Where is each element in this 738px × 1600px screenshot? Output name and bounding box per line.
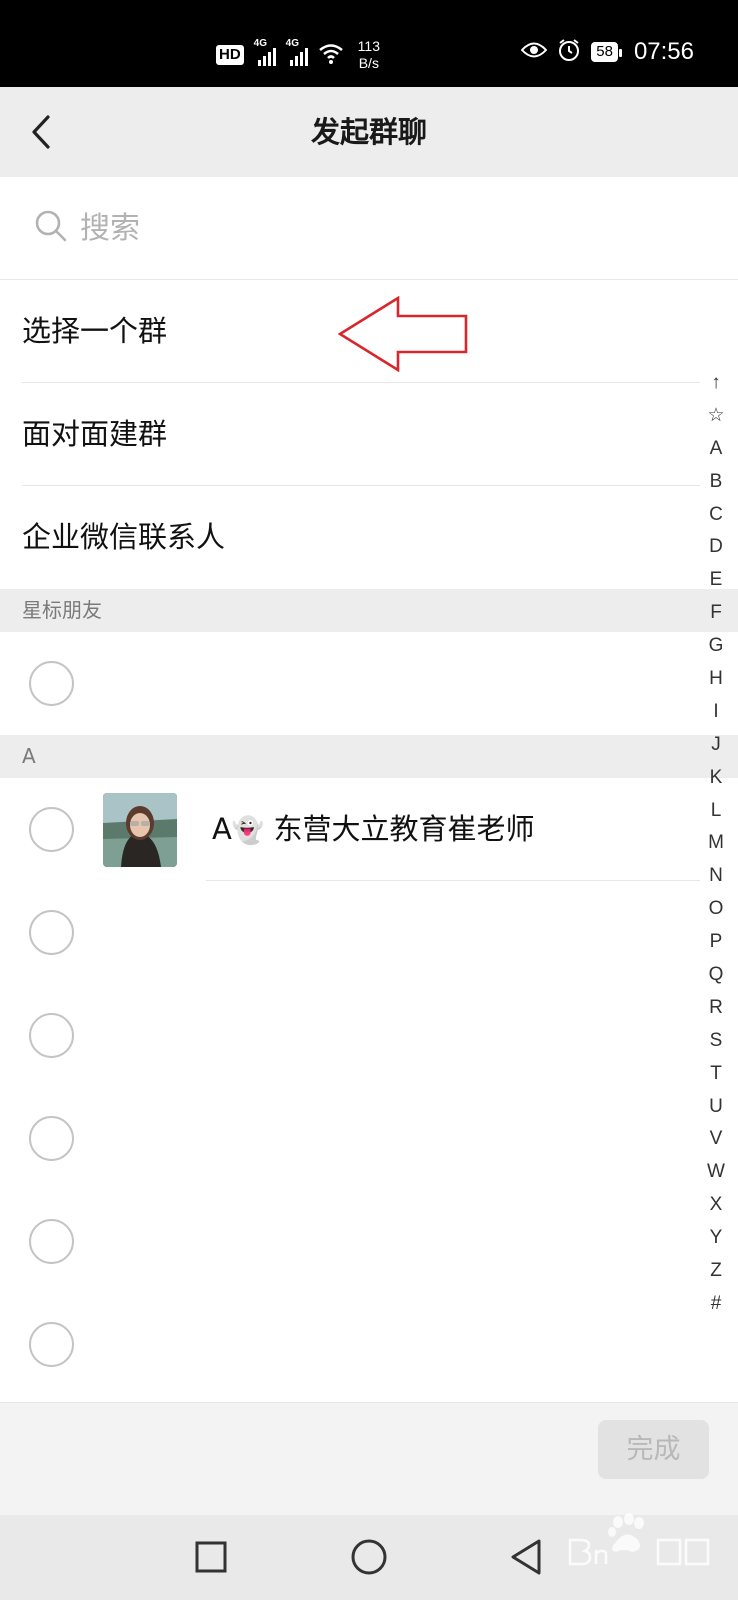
alarm-icon — [557, 38, 581, 66]
eye-icon — [520, 41, 548, 63]
contact-row[interactable] — [0, 881, 700, 984]
alphabet-index-item[interactable]: P — [700, 926, 732, 959]
contact-row-starred[interactable] — [0, 632, 700, 735]
section-header-a: A — [0, 735, 738, 778]
select-checkbox[interactable] — [29, 1219, 74, 1264]
section-label-a: A — [22, 744, 36, 768]
speed-value: 113 — [357, 38, 380, 54]
select-checkbox[interactable] — [29, 1322, 74, 1367]
alphabet-index-item[interactable]: H — [700, 663, 732, 696]
search-input[interactable] — [80, 203, 680, 253]
menu-work-contacts-label: 企业微信联系人 — [22, 520, 226, 554]
menu-work-contacts[interactable]: 企业微信联系人 — [0, 486, 700, 589]
speed-unit: B/s — [358, 55, 379, 71]
alphabet-index-item[interactable]: L — [700, 795, 732, 828]
alphabet-index-item[interactable]: F — [700, 597, 732, 630]
alphabet-index-item[interactable]: X — [700, 1189, 732, 1222]
recents-button[interactable] — [191, 1537, 231, 1577]
contact-row[interactable] — [0, 1190, 700, 1293]
alphabet-index-item[interactable]: ↑ — [700, 367, 732, 400]
alphabet-index-item[interactable]: Y — [700, 1222, 732, 1255]
alphabet-index-item[interactable]: B — [700, 466, 732, 499]
alphabet-index-item[interactable]: W — [700, 1156, 732, 1189]
alphabet-index-item[interactable]: A — [700, 433, 732, 466]
contact-name-initial: A — [212, 812, 232, 846]
network-type-1: 4G — [253, 38, 268, 49]
alphabet-index-item[interactable]: # — [700, 1288, 732, 1321]
alphabet-index-item[interactable]: E — [700, 564, 732, 597]
alphabet-index-item[interactable]: G — [700, 630, 732, 663]
alphabet-index-item[interactable]: Q — [700, 959, 732, 992]
contact-row[interactable] — [0, 1293, 700, 1396]
chevron-left-icon — [32, 115, 50, 149]
action-bar: 完成 — [0, 1402, 738, 1515]
home-button[interactable] — [349, 1537, 389, 1577]
alphabet-index-item[interactable]: J — [700, 729, 732, 762]
back-button[interactable] — [18, 109, 64, 155]
triangle-back-icon — [511, 1539, 541, 1575]
section-header-starred: 星标朋友 — [0, 589, 738, 632]
contact-row[interactable]: A👻 东营大立教育崔老师 — [0, 778, 700, 881]
network-type-2: 4G — [285, 38, 300, 49]
search-icon — [34, 209, 68, 247]
network-speed: 113 B/s — [358, 38, 380, 72]
status-bar: HD 4G 4G 113 B/s 58 07:56 — [0, 0, 738, 87]
page-title: 发起群聊 — [310, 115, 427, 149]
contact-name-text: 东营大立教育崔老师 — [273, 812, 535, 846]
menu-face-to-face-label: 面对面建群 — [22, 417, 168, 451]
alphabet-index-item[interactable]: U — [700, 1091, 732, 1124]
contact-row[interactable] — [0, 1087, 700, 1190]
back-nav-button[interactable] — [506, 1537, 546, 1577]
alphabet-index-item[interactable]: S — [700, 1025, 732, 1058]
alphabet-index-item[interactable]: ☆ — [700, 400, 732, 433]
signal-icon: 4G — [254, 38, 276, 66]
ghost-emoji-icon: 👻 — [231, 816, 265, 846]
alphabet-index[interactable]: ↑ ☆ A B C D E F G H I J K L M N O P Q R S T U V W X Y Z # — [700, 367, 732, 1321]
done-button[interactable]: 完成 — [598, 1420, 709, 1479]
square-recents-icon — [195, 1541, 227, 1573]
alphabet-index-item[interactable]: C — [700, 499, 732, 532]
select-checkbox[interactable] — [29, 910, 74, 955]
contact-row[interactable] — [0, 984, 700, 1087]
battery-indicator: 58 — [591, 42, 622, 62]
circle-home-icon — [351, 1539, 387, 1575]
alphabet-index-item[interactable]: O — [700, 893, 732, 926]
alphabet-index-item[interactable]: M — [700, 827, 732, 860]
signal-icon-2: 4G — [286, 38, 308, 66]
alphabet-index-item[interactable]: T — [700, 1058, 732, 1091]
annotation-arrow-icon — [338, 296, 468, 372]
clock: 07:56 — [633, 38, 694, 65]
menu-face-to-face[interactable]: 面对面建群 — [0, 383, 700, 486]
menu-select-group-label: 选择一个群 — [22, 314, 168, 348]
hd-badge: HD — [216, 45, 244, 65]
select-checkbox[interactable] — [29, 1013, 74, 1058]
contact-name: A👻 东营大立教育崔老师 — [212, 778, 534, 883]
baidu-watermark-logo — [566, 1510, 716, 1580]
avatar — [103, 793, 177, 867]
status-right-group: 58 07:56 — [520, 38, 694, 66]
alphabet-index-item[interactable]: D — [700, 531, 732, 564]
title-bar: 发起群聊 — [0, 87, 738, 177]
section-label-starred: 星标朋友 — [22, 598, 102, 622]
select-checkbox[interactable] — [29, 1116, 74, 1161]
alphabet-index-item[interactable]: R — [700, 992, 732, 1025]
select-checkbox[interactable] — [29, 807, 74, 852]
alphabet-index-item[interactable]: Z — [700, 1255, 732, 1288]
search-bar — [0, 177, 738, 280]
wifi-icon — [318, 42, 344, 68]
alphabet-index-item[interactable]: I — [700, 696, 732, 729]
alphabet-index-item[interactable]: V — [700, 1123, 732, 1156]
alphabet-index-item[interactable]: K — [700, 762, 732, 795]
status-left-group: HD 4G 4G 113 B/s — [216, 38, 380, 72]
alphabet-index-item[interactable]: N — [700, 860, 732, 893]
select-checkbox[interactable] — [29, 661, 74, 706]
